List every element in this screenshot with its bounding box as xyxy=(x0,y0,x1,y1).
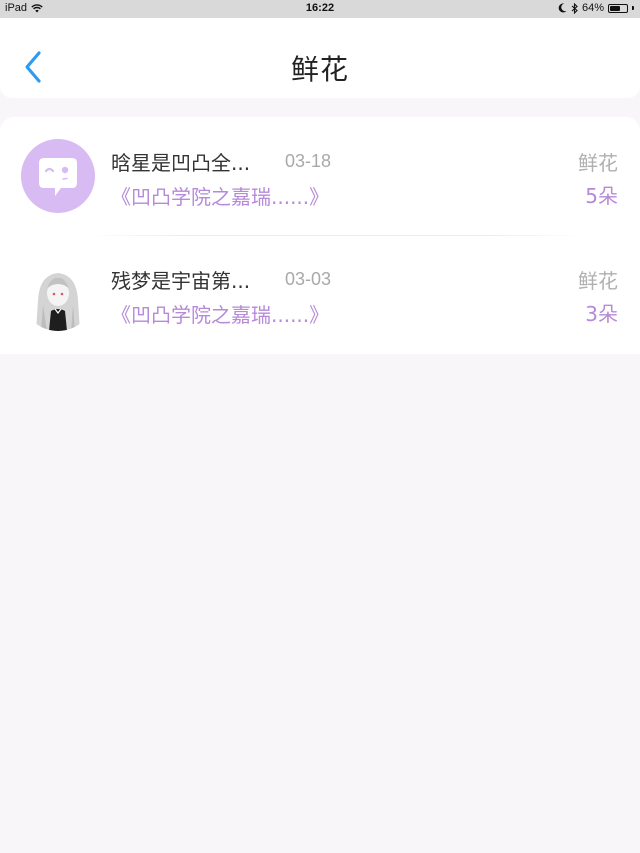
avatar[interactable] xyxy=(21,257,95,331)
chat-bubble-face-icon xyxy=(39,158,77,196)
work-title-link[interactable]: 《凹凸学院之嘉瑞......》 xyxy=(111,181,329,210)
list-item[interactable]: 晗星是凹凸全... 03-18 《凹凸学院之嘉瑞......》 鲜花 5朵 xyxy=(0,117,640,235)
battery-percent: 64% xyxy=(581,2,604,14)
record-date: 03-18 xyxy=(285,151,332,171)
gift-record-list: 晗星是凹凸全... 03-18 《凹凸学院之嘉瑞......》 鲜花 5朵 残梦… xyxy=(0,117,640,354)
nav-bar: 鲜花 xyxy=(0,18,640,98)
list-item[interactable]: 残梦是宇宙第... 03-03 《凹凸学院之嘉瑞......》 鲜花 3朵 xyxy=(0,235,640,353)
gift-type: 鲜花 xyxy=(578,269,618,293)
anime-girl-avatar xyxy=(21,257,95,331)
sender-name: 晗星是凹凸全... xyxy=(111,151,251,175)
status-time: 16:22 xyxy=(305,2,335,14)
moon-icon xyxy=(558,3,567,13)
battery-nub xyxy=(632,6,634,10)
sender-name: 残梦是宇宙第... xyxy=(111,269,251,293)
page-title: 鲜花 xyxy=(290,53,349,86)
status-bar-right: 64% xyxy=(558,2,634,14)
battery-icon xyxy=(608,3,628,13)
battery-fill xyxy=(610,5,620,11)
gift-count: 5朵 xyxy=(585,184,618,208)
record-date: 03-03 xyxy=(285,269,332,289)
gift-type: 鲜花 xyxy=(578,151,618,175)
work-title-link[interactable]: 《凹凸学院之嘉瑞......》 xyxy=(111,299,329,328)
gift-count: 3朵 xyxy=(585,302,618,326)
avatar[interactable] xyxy=(21,139,95,213)
bluetooth-icon xyxy=(571,2,578,14)
status-bar: iPad 16:22 64% xyxy=(0,0,640,18)
